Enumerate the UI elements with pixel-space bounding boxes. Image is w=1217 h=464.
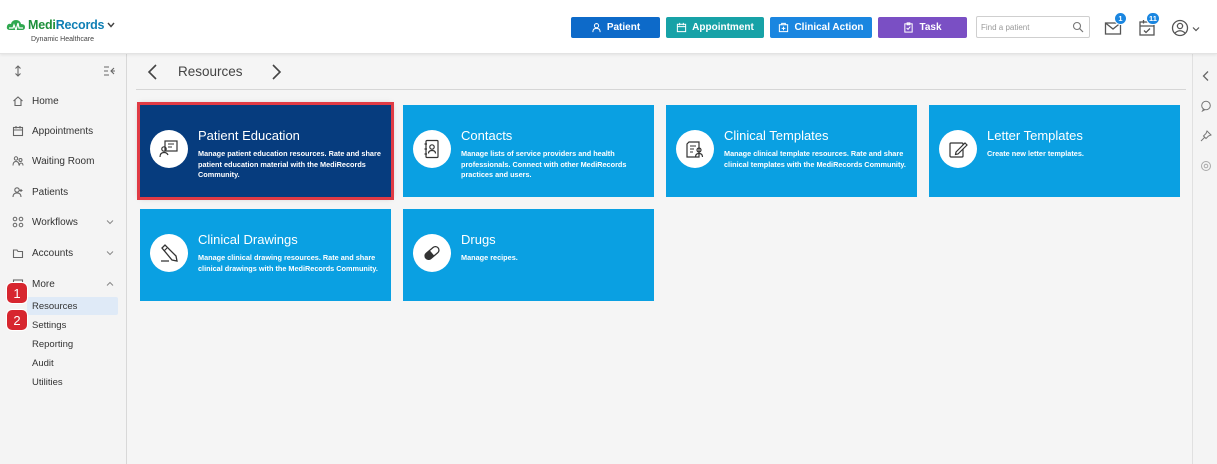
card-icon-circle bbox=[150, 130, 188, 168]
card-icon-circle bbox=[413, 234, 451, 272]
chevron-left-icon[interactable] bbox=[146, 63, 160, 81]
card-icon-circle bbox=[676, 130, 714, 168]
patient-button-label: Patient bbox=[606, 22, 641, 33]
task-button[interactable]: Task bbox=[878, 17, 967, 38]
sidebar-item-workflows[interactable]: Workflows bbox=[0, 211, 127, 233]
sidebar-item-accounts[interactable]: Accounts bbox=[0, 242, 127, 264]
letter-templates-icon bbox=[949, 142, 968, 158]
sidebar: Home Appointments Waiting Room Patients … bbox=[0, 54, 127, 464]
card-description: Manage clinical drawing resources. Rate … bbox=[198, 253, 378, 273]
main-content: Resources Patient Education Manage patie… bbox=[128, 54, 1192, 464]
accounts-icon bbox=[12, 249, 24, 259]
card-clinical-drawings[interactable]: Clinical Drawings Manage clinical drawin… bbox=[140, 209, 391, 301]
contacts-icon bbox=[424, 139, 439, 159]
drugs-icon bbox=[424, 245, 440, 261]
right-rail bbox=[1192, 54, 1217, 464]
patient-education-icon bbox=[159, 140, 178, 158]
waiting-room-icon bbox=[12, 156, 24, 166]
card-patient-education[interactable]: Patient Education Manage patient educati… bbox=[137, 102, 394, 200]
chevron-up-icon[interactable] bbox=[106, 280, 114, 288]
card-icon-circle bbox=[939, 130, 977, 168]
task-button-label: Task bbox=[919, 22, 942, 33]
sidebar-subitem-utilities[interactable]: Utilities bbox=[27, 373, 118, 391]
patient-button[interactable]: Patient bbox=[571, 17, 660, 38]
sidebar-subitem-resources[interactable]: Resources bbox=[27, 297, 118, 315]
clinical-action-icon bbox=[779, 22, 789, 33]
card-letter-templates[interactable]: Letter Templates Create new letter templ… bbox=[929, 105, 1180, 197]
chat-icon[interactable] bbox=[1200, 100, 1212, 112]
top-header: MediRecords Dynamic Healthcare Patient A… bbox=[0, 0, 1217, 54]
card-clinical-templates[interactable]: Clinical Templates Manage clinical templ… bbox=[666, 105, 917, 197]
sidebar-item-label: More bbox=[32, 278, 55, 290]
chevron-down-icon[interactable] bbox=[106, 218, 114, 226]
sidebar-toolbar bbox=[0, 62, 127, 80]
patient-search-input[interactable] bbox=[981, 20, 1069, 34]
workflows-icon bbox=[12, 216, 24, 228]
page-title: Resources bbox=[178, 64, 243, 79]
card-description: Manage clinical template resources. Rate… bbox=[724, 149, 906, 169]
chevron-down-icon[interactable] bbox=[1192, 25, 1200, 33]
pin-icon[interactable] bbox=[1200, 130, 1212, 142]
brand-subtitle: Dynamic Healthcare bbox=[31, 36, 95, 43]
user-avatar-icon[interactable] bbox=[1171, 19, 1189, 37]
mail-count-badge: 1 bbox=[1114, 12, 1127, 25]
cloud-logo-icon bbox=[6, 20, 26, 32]
clinical-action-button-label: Clinical Action bbox=[794, 22, 864, 33]
card-icon-circle bbox=[150, 234, 188, 272]
brand-name: MediRecords bbox=[28, 18, 105, 32]
breadcrumb: Resources bbox=[136, 62, 1186, 90]
chevron-left-icon[interactable] bbox=[1200, 70, 1212, 82]
chevron-down-icon[interactable] bbox=[106, 20, 116, 30]
sidebar-item-label: Patients bbox=[32, 186, 69, 198]
card-title: Clinical Templates bbox=[724, 128, 829, 143]
sidebar-subitem-audit[interactable]: Audit bbox=[27, 354, 118, 372]
sidebar-item-label: Waiting Room bbox=[32, 155, 95, 167]
patient-icon bbox=[592, 23, 601, 33]
card-title: Clinical Drawings bbox=[198, 232, 298, 247]
sidebar-item-appointments[interactable]: Appointments bbox=[0, 120, 127, 142]
chevron-right-icon[interactable] bbox=[269, 63, 283, 81]
card-description: Manage lists of service providers and he… bbox=[461, 149, 627, 179]
sidebar-subitem-settings[interactable]: Settings bbox=[27, 316, 118, 334]
calendar-icon bbox=[677, 22, 687, 33]
card-title: Drugs bbox=[461, 232, 496, 247]
clinical-templates-icon bbox=[686, 141, 704, 158]
sidebar-item-label: Home bbox=[32, 95, 59, 107]
patients-icon bbox=[12, 187, 23, 198]
card-title: Patient Education bbox=[198, 128, 300, 143]
sidebar-subitem-reporting[interactable]: Reporting bbox=[27, 335, 118, 353]
sidebar-item-label: Workflows bbox=[32, 216, 78, 228]
sidebar-item-patients[interactable]: Patients bbox=[0, 181, 127, 203]
patient-search bbox=[976, 16, 1090, 38]
clinical-drawings-icon bbox=[161, 244, 178, 262]
chevron-down-icon[interactable] bbox=[106, 249, 114, 257]
sidebar-item-label: Appointments bbox=[32, 125, 94, 137]
card-icon-circle bbox=[413, 130, 451, 168]
brand-logo[interactable]: MediRecords Dynamic Healthcare bbox=[6, 14, 126, 48]
appointment-button[interactable]: Appointment bbox=[666, 17, 764, 38]
clipboard-icon bbox=[904, 22, 914, 33]
home-icon bbox=[13, 96, 23, 107]
appointment-button-label: Appointment bbox=[692, 22, 754, 33]
step-marker-1: 1 bbox=[7, 283, 27, 303]
sidebar-item-waiting-room[interactable]: Waiting Room bbox=[0, 150, 127, 172]
card-description: Create new letter templates. bbox=[987, 149, 1084, 158]
at-sign-icon[interactable] bbox=[1200, 160, 1212, 172]
task-count-badge: 11 bbox=[1146, 12, 1160, 25]
card-contacts[interactable]: Contacts Manage lists of service provide… bbox=[403, 105, 654, 197]
card-title: Contacts bbox=[461, 128, 513, 143]
search-icon[interactable] bbox=[1072, 21, 1084, 33]
step-marker-2: 2 bbox=[7, 310, 27, 330]
card-drugs[interactable]: Drugs Manage recipes. bbox=[403, 209, 654, 301]
clinical-action-button[interactable]: Clinical Action bbox=[770, 17, 872, 38]
card-description: Manage recipes. bbox=[461, 253, 518, 262]
expand-vertical-icon[interactable] bbox=[13, 65, 23, 77]
card-description: Manage patient education resources. Rate… bbox=[198, 149, 381, 179]
calendar-icon bbox=[12, 126, 24, 137]
collapse-sidebar-icon[interactable] bbox=[103, 66, 115, 76]
sidebar-item-home[interactable]: Home bbox=[0, 90, 127, 112]
card-title: Letter Templates bbox=[987, 128, 1083, 143]
sidebar-item-label: Accounts bbox=[32, 247, 74, 259]
